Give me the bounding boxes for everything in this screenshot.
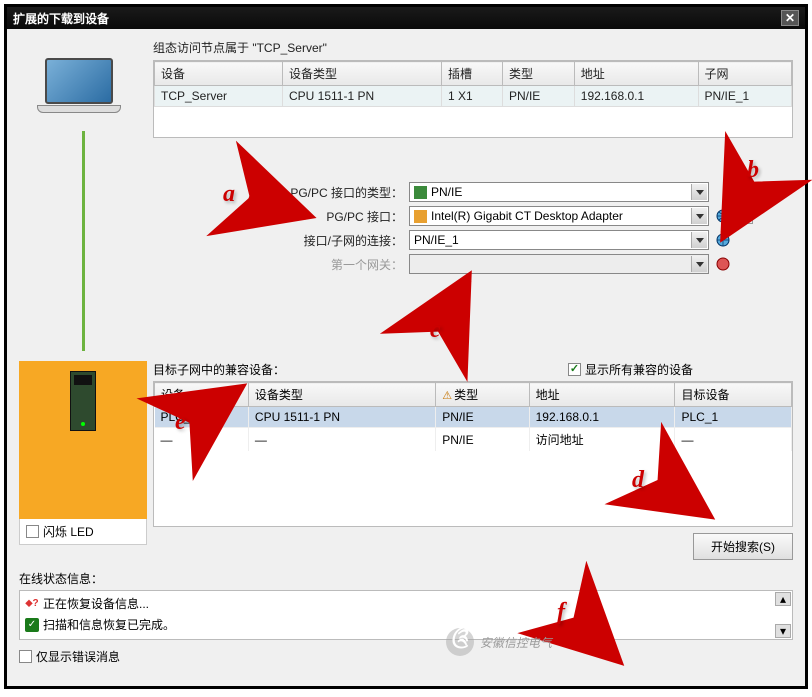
show-all-checkbox[interactable]: 显示所有兼容的设备: [568, 361, 693, 378]
globe-icon[interactable]: [715, 208, 731, 224]
first-gw-select: [409, 254, 709, 274]
close-button[interactable]: ✕: [781, 10, 799, 26]
target-device-panel: [19, 361, 147, 519]
window-title: 扩展的下载到设备: [13, 10, 109, 27]
if-subnet-select[interactable]: PN/IE_1: [409, 230, 709, 250]
globe-icon-disabled: [715, 256, 731, 272]
blink-led-checkbox[interactable]: 闪烁 LED: [26, 523, 140, 540]
watermark: ༊安徽信控电气: [446, 628, 552, 656]
plc-icon: [70, 371, 96, 431]
only-errors-checkbox[interactable]: 仅显示错误消息: [19, 648, 793, 665]
table-row[interactable]: ——PN/IE访问地址—: [155, 428, 792, 452]
search-icon[interactable]: [737, 208, 753, 224]
check-icon: ✓: [25, 618, 39, 632]
first-gw-label: 第一个网关：: [263, 256, 403, 273]
config-nodes-table: 设备 设备类型 插槽 类型 地址 子网 TCP_Server CPU 1511-…: [154, 61, 792, 107]
col-type[interactable]: 设备类型: [282, 62, 441, 86]
if-subnet-label: 接口/子网的连接：: [263, 232, 403, 249]
laptop-icon: [19, 39, 147, 131]
col-addr[interactable]: 地址: [574, 62, 698, 86]
compat-devices-table: 设备 设备类型 ⚠类型 地址 目标设备 PLC_1CPU 1511-1 PNPN…: [154, 382, 792, 451]
col-iftype[interactable]: 类型: [502, 62, 574, 86]
info-icon: ⬥?: [25, 597, 39, 611]
scroll-down-button[interactable]: ▾: [775, 624, 791, 638]
connection-line: [82, 131, 85, 351]
warning-icon: ⚠: [442, 389, 452, 402]
table-row[interactable]: PLC_1CPU 1511-1 PNPN/IE192.168.0.1PLC_1: [155, 407, 792, 428]
pgpc-type-select[interactable]: PN/IE: [409, 182, 709, 202]
start-search-button[interactable]: 开始搜索(S): [693, 533, 793, 560]
status-list: ⬥?正在恢复设备信息... ✓扫描和信息恢复已完成。 ▴ ▾: [19, 590, 793, 640]
col-subnet[interactable]: 子网: [698, 62, 791, 86]
globe-icon[interactable]: [715, 232, 731, 248]
pgpc-if-select[interactable]: Intel(R) Gigabit CT Desktop Adapter: [409, 206, 709, 226]
pgpc-if-label: PG/PC 接口：: [263, 208, 403, 225]
compat-title: 目标子网中的兼容设备：: [153, 361, 285, 378]
title-bar: 扩展的下载到设备 ✕: [7, 7, 805, 29]
status-title: 在线状态信息：: [19, 570, 793, 587]
config-nodes-label: 组态访问节点属于 "TCP_Server": [153, 39, 793, 56]
table-row[interactable]: TCP_Server CPU 1511-1 PN 1 X1 PN/IE 192.…: [155, 86, 792, 107]
col-slot[interactable]: 插槽: [441, 62, 502, 86]
pgpc-type-label: PG/PC 接口的类型：: [263, 184, 403, 201]
col-device[interactable]: 设备: [155, 62, 283, 86]
scroll-up-button[interactable]: ▴: [775, 592, 791, 606]
